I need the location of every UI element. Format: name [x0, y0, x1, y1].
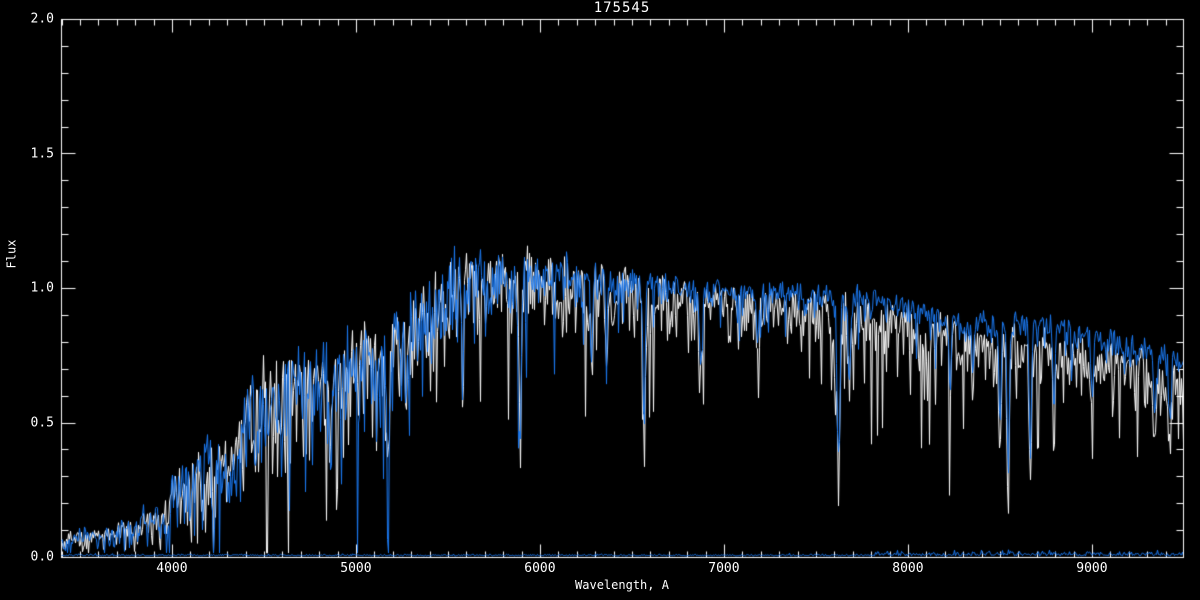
y-axis-label: Flux — [4, 239, 19, 269]
x-tick-label: 5000 — [340, 561, 372, 576]
x-tick-label: 6000 — [524, 561, 556, 576]
y-tick-label: 2.0 — [30, 11, 54, 27]
plot-title: 175545 — [593, 0, 651, 16]
spectrum-plot: 175545 Wavelength, A Flux 4000 5000 6000… — [0, 0, 1200, 600]
x-tick-label: 8000 — [892, 561, 924, 576]
x-tick-label: 4000 — [156, 561, 188, 576]
y-tick-label: 0.0 — [30, 549, 54, 565]
y-tick-label: 1.5 — [30, 146, 54, 161]
spectrum-plot-canvas — [0, 0, 1200, 600]
x-tick-label: 9000 — [1076, 561, 1108, 576]
y-tick-label: 1.0 — [30, 280, 54, 296]
y-tick-label: 0.5 — [30, 415, 54, 430]
x-axis-label: Wavelength, A — [575, 578, 669, 592]
x-tick-label: 7000 — [708, 561, 740, 576]
